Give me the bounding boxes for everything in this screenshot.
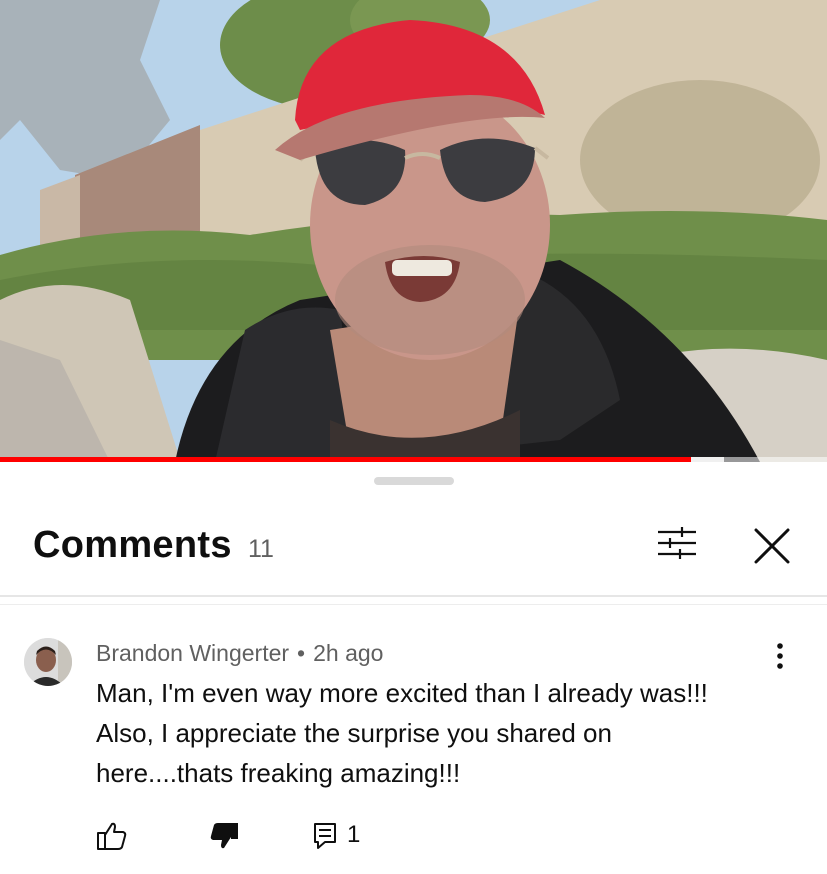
meta-separator: •: [297, 640, 306, 666]
reply-comment-icon: [314, 823, 336, 849]
avatar[interactable]: [24, 638, 72, 686]
close-button[interactable]: [748, 524, 796, 572]
reply-count: 1: [347, 821, 361, 848]
comment-meta: Brandon Wingerter • 2h ago: [96, 640, 383, 667]
dislike-button[interactable]: [208, 820, 240, 852]
comment-author[interactable]: Brandon Wingerter: [96, 640, 289, 666]
comment-time: 2h ago: [313, 640, 384, 666]
video-frame: [0, 0, 827, 462]
more-options-button[interactable]: [766, 640, 794, 672]
avatar-image: [24, 638, 72, 686]
thumbs-down-icon: [210, 823, 238, 849]
video-player[interactable]: [0, 0, 827, 462]
comments-count: 11: [248, 535, 274, 563]
thumbs-up-icon: [97, 822, 127, 850]
header-divider: [0, 595, 827, 597]
sort-filter-icon: [658, 527, 696, 559]
comment-line: Man, I'm even way more excited than I al…: [96, 678, 708, 708]
sort-filter-button[interactable]: [652, 524, 702, 564]
reply-button[interactable]: 1: [313, 820, 373, 852]
comment-line: Also, I appreciate the surprise you shar…: [96, 718, 612, 748]
comment-text: Man, I'm even way more excited than I al…: [96, 673, 796, 793]
drag-handle[interactable]: [374, 477, 454, 485]
header-divider-secondary: [0, 604, 827, 605]
close-icon: [754, 528, 790, 564]
more-vertical-icon: [777, 643, 783, 669]
comment-line: here....thats freaking amazing!!!: [96, 758, 461, 788]
comments-title: Comments: [33, 524, 232, 566]
comments-sheet: Comments 11 Brandon Wingerter • 2h ago M…: [0, 462, 827, 874]
like-button[interactable]: [96, 820, 128, 852]
